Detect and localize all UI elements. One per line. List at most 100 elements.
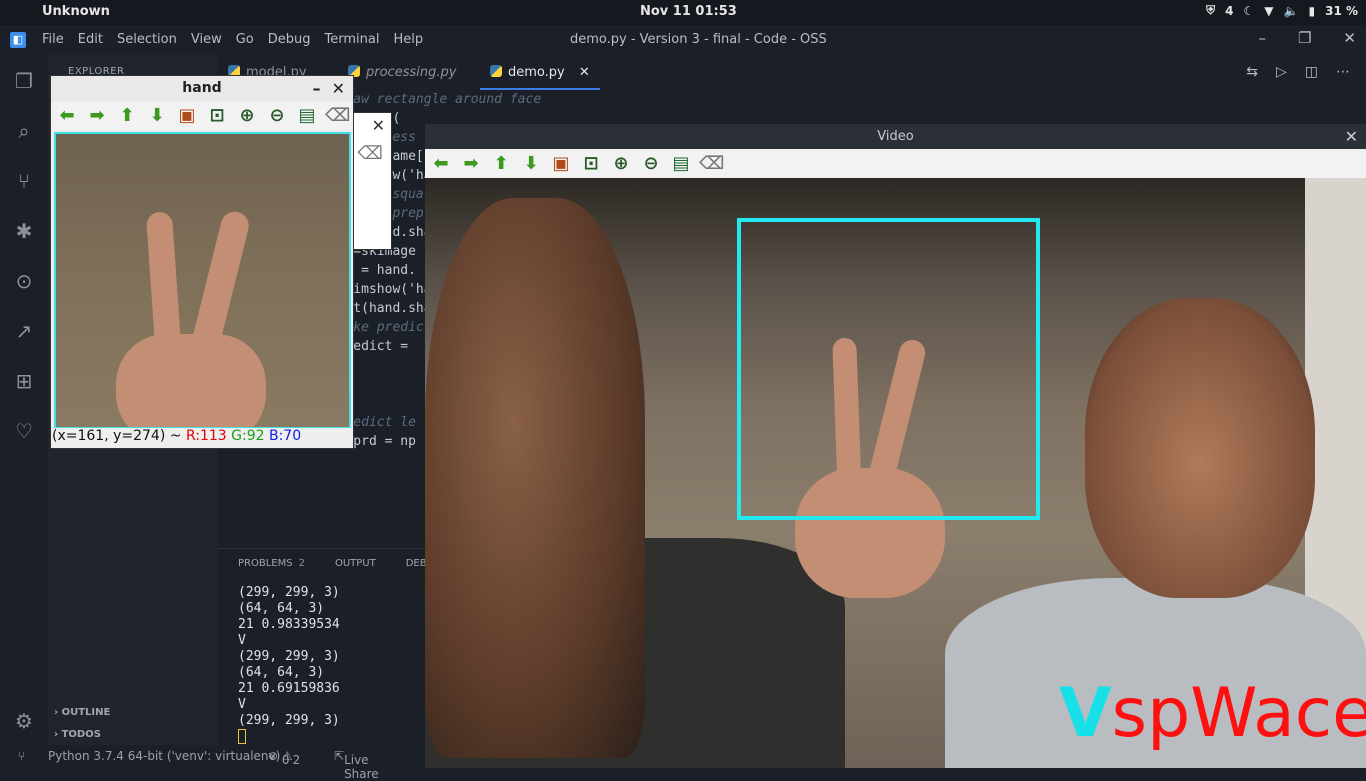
volume-icon: 🔈: [1283, 3, 1299, 18]
pixel-b: B:70: [268, 428, 302, 444]
close-icon[interactable]: ✕: [1345, 124, 1358, 149]
hand-window-title: hand: [182, 80, 222, 96]
battery-icon: ▮: [1308, 3, 1316, 18]
maximize-icon[interactable]: ❐: [1298, 29, 1311, 47]
error-count: 0: [281, 753, 290, 767]
activities-label[interactable]: Unknown: [42, 4, 110, 19]
terminal-line: (299, 299, 3): [238, 713, 340, 728]
terminal-line: (64, 64, 3): [238, 665, 325, 680]
extensions-icon[interactable]: ⊞: [12, 369, 36, 393]
close-icon[interactable]: ✕: [372, 116, 385, 135]
activity-bar: ❐ ⌕ ⑂ ✱ ⊙ ↗ ⊞ ♡ ⚙: [0, 55, 48, 745]
menu-view[interactable]: View: [191, 32, 222, 47]
menu-help[interactable]: Help: [393, 32, 423, 47]
properties-icon[interactable]: ⌫: [699, 153, 724, 175]
tab-problems[interactable]: PROBLEMS 2: [238, 558, 305, 569]
pan-left-icon[interactable]: ⬅: [55, 105, 79, 127]
problems-count: 2: [298, 558, 305, 569]
video-window-title: Video: [877, 129, 914, 144]
menu-terminal[interactable]: Terminal: [325, 32, 380, 47]
todos-label: TODOS: [61, 729, 101, 740]
pan-right-icon[interactable]: ➡: [85, 105, 109, 127]
tab-label: demo.py: [508, 65, 565, 80]
outline-section[interactable]: › OUTLINE: [54, 707, 110, 718]
close-icon[interactable]: ✕: [1343, 29, 1356, 47]
editor-actions: ⇆ ▷ ◫ ⋯: [1246, 64, 1350, 80]
close-icon[interactable]: ✕: [332, 79, 345, 98]
live-share-status[interactable]: ⇱ Live Share: [334, 749, 379, 781]
predicted-letter: V: [1059, 674, 1112, 753]
files-icon[interactable]: ❐: [12, 69, 36, 93]
night-light-icon: ☾: [1243, 3, 1255, 18]
video-window: Video ✕ ⬅ ➡ ⬆ ⬇ ▣ ⊡ ⊕ ⊖ ▤ ⌫ VspWace: [425, 124, 1366, 768]
system-tray[interactable]: ⛨ 4 ☾ ▼ 🔈 ▮ 31 %: [1206, 3, 1358, 18]
search-icon[interactable]: ⌕: [12, 119, 36, 143]
save-icon[interactable]: ▤: [295, 105, 319, 127]
pan-up-icon[interactable]: ⬆: [115, 105, 139, 127]
notification-count: 4: [1225, 3, 1234, 18]
python-interpreter[interactable]: Python 3.7.4 64-bit ('venv': virtualenv): [48, 749, 280, 763]
zoom-out-icon[interactable]: ⊖: [639, 153, 663, 175]
compare-icon[interactable]: ⇆: [1246, 64, 1258, 80]
detection-box: [737, 218, 1040, 520]
zoom-in-icon[interactable]: ⊕: [235, 105, 259, 127]
tab-processing[interactable]: processing.py: [338, 55, 466, 90]
todos-section[interactable]: › TODOS: [54, 729, 101, 740]
pan-left-icon[interactable]: ⬅: [429, 153, 453, 175]
pan-right-icon[interactable]: ➡: [459, 153, 483, 175]
palm-shape: [116, 334, 266, 427]
menu-selection[interactable]: Selection: [117, 32, 177, 47]
window-controls: – ❐ ✕: [1258, 29, 1356, 47]
warning-count: 2: [292, 753, 301, 767]
live-share-icon[interactable]: ♡: [12, 419, 36, 443]
tab-output[interactable]: OUTPUT: [335, 558, 376, 569]
terminal-output[interactable]: (299, 299, 3) (64, 64, 3) 21 0.98339534 V (2…: [238, 585, 340, 729]
minimize-icon[interactable]: –: [1258, 29, 1266, 47]
zoom-fit-icon[interactable]: ⊡: [579, 153, 603, 175]
outline-label: OUTLINE: [61, 707, 111, 718]
terminal-line: (64, 64, 3): [238, 601, 325, 616]
close-tab-icon[interactable]: ✕: [579, 65, 590, 80]
person-left: [425, 198, 645, 758]
hand-image: [54, 132, 351, 429]
pixel-coords: (x=161, y=274) ~: [52, 428, 186, 444]
problems-status[interactable]: ⊗ 0 ⚠ 2: [268, 749, 300, 767]
source-control-icon[interactable]: ⑂: [12, 169, 36, 193]
menu-edit[interactable]: Edit: [78, 32, 103, 47]
pan-down-icon[interactable]: ⬇: [519, 153, 543, 175]
terminal-line: 21 0.98339534: [238, 617, 340, 632]
zoom-original-icon[interactable]: ▣: [175, 105, 199, 127]
zoom-in-icon[interactable]: ⊕: [609, 153, 633, 175]
shield-icon[interactable]: ⛨: [1206, 3, 1215, 18]
settings-gear-icon[interactable]: ⚙: [12, 709, 36, 733]
typed-text: spWace: [1111, 674, 1366, 753]
pan-up-icon[interactable]: ⬆: [489, 153, 513, 175]
tab-demo[interactable]: demo.py ✕: [480, 55, 600, 90]
pan-down-icon[interactable]: ⬇: [145, 105, 169, 127]
menu-go[interactable]: Go: [236, 32, 254, 47]
zoom-fit-icon[interactable]: ⊡: [205, 105, 229, 127]
broom-icon[interactable]: ⌫: [358, 143, 383, 164]
zoom-out-icon[interactable]: ⊖: [265, 105, 289, 127]
save-icon[interactable]: ▤: [669, 153, 693, 175]
remote-icon[interactable]: ↗: [12, 319, 36, 343]
clock[interactable]: Nov 11 01:53: [640, 4, 737, 19]
menu-file[interactable]: File: [42, 32, 64, 47]
split-editor-icon[interactable]: ◫: [1305, 64, 1318, 80]
video-window-titlebar[interactable]: Video ✕: [425, 124, 1366, 149]
pixel-r: R:113: [185, 428, 227, 444]
minimize-icon[interactable]: –: [312, 79, 320, 98]
battery-percent: 31 %: [1325, 3, 1358, 18]
code-text: # Draw rectangle around face: [322, 92, 542, 107]
hand-window-titlebar[interactable]: hand – ✕: [51, 76, 353, 101]
run-icon[interactable]: ▷: [1276, 64, 1287, 80]
branch-icon[interactable]: ⑂: [18, 749, 25, 763]
git-graph-icon[interactable]: ⊙: [12, 269, 36, 293]
more-actions-icon[interactable]: ⋯: [1336, 64, 1350, 80]
panel-tabs: PROBLEMS 2 OUTPUT DEBU: [238, 558, 434, 569]
zoom-original-icon[interactable]: ▣: [549, 153, 573, 175]
terminal-line: 21 0.69159836: [238, 681, 340, 696]
menu-debug[interactable]: Debug: [268, 32, 311, 47]
debug-icon[interactable]: ✱: [12, 219, 36, 243]
properties-icon[interactable]: ⌫: [325, 105, 350, 127]
